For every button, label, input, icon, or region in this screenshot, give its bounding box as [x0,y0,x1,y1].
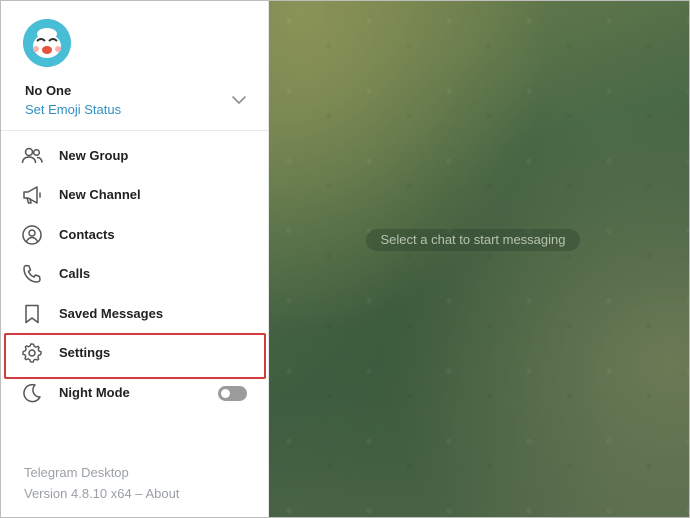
side-menu: No One Set Emoji Status New Group New Ch… [1,1,269,517]
version-info: Version 4.8.10 x64 – About [24,486,179,501]
bookmark-icon [25,304,39,324]
menu-item-label: Saved Messages [59,306,164,321]
menu-item-calls[interactable]: Calls [1,255,269,294]
app-name: Telegram Desktop [24,465,129,480]
menu-item-label: New Group [59,148,129,163]
avatar-emoji-icon [23,19,71,67]
menu-item-label: Contacts [59,227,115,242]
menu-item-label: Calls [59,266,91,281]
chevron-down-icon[interactable] [230,93,248,107]
toggle-knob [221,389,230,398]
menu-item-saved-messages[interactable]: Saved Messages [1,295,269,334]
menu-item-label: Night Mode [59,385,130,400]
moon-icon [23,383,41,403]
settings-highlight-box [4,333,266,379]
version-text: Version 4.8.10 x64 – [24,486,146,501]
menu-item-contacts[interactable]: Contacts [1,216,269,255]
avatar[interactable] [23,19,71,67]
user-name: No One [25,83,72,98]
menu-item-new-channel[interactable]: New Channel [1,176,269,215]
empty-chat-message: Select a chat to start messaging [366,229,580,251]
set-emoji-status-link[interactable]: Set Emoji Status [25,102,121,117]
menu-item-label: New Channel [59,187,141,202]
phone-icon [23,264,41,283]
about-link[interactable]: About [145,486,179,501]
telegram-window: Select a chat to start messaging No One … [0,0,690,518]
contact-icon [22,225,42,245]
group-icon [21,147,43,164]
menu-divider [1,130,269,131]
chat-background [269,1,689,517]
menu-item-new-group[interactable]: New Group [1,137,269,176]
night-mode-toggle[interactable] [218,386,247,401]
megaphone-icon [23,186,41,204]
